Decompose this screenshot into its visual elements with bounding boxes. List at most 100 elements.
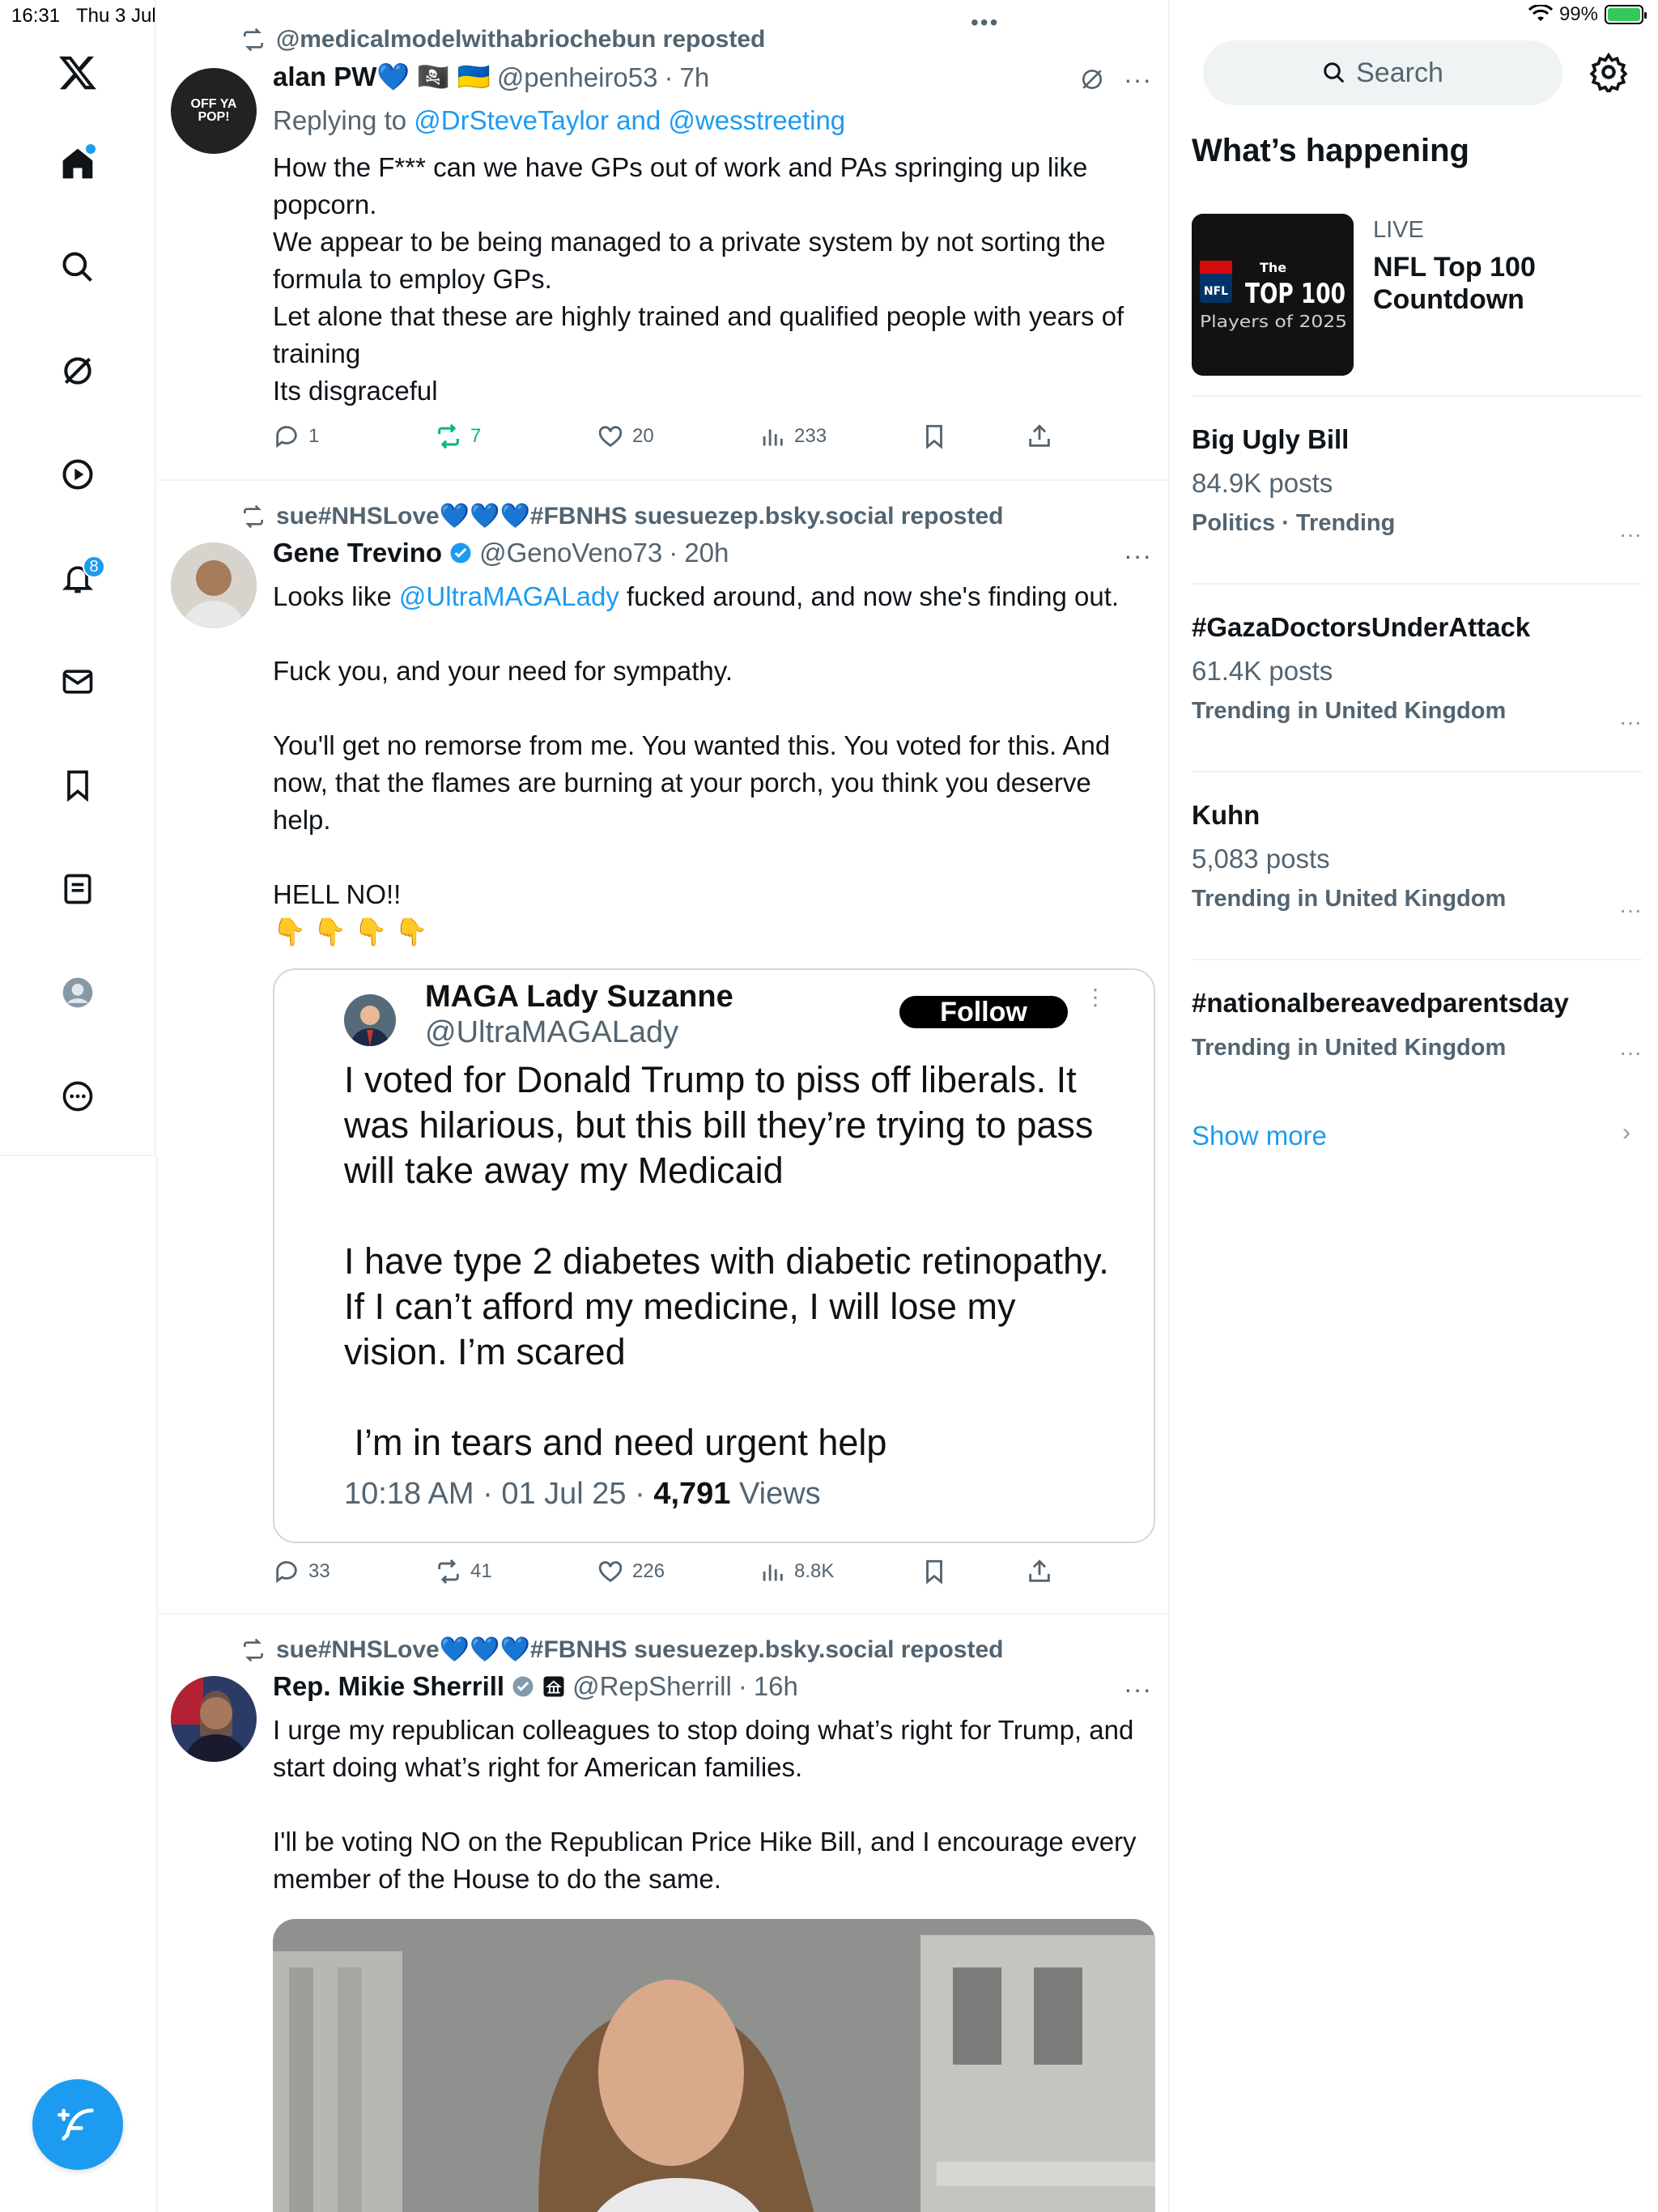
trend-item[interactable]: #nationalbereavedparentsday Trending in … <box>1192 988 1642 1077</box>
trend-more-icon[interactable]: ··· <box>1619 897 1642 923</box>
author-name[interactable]: Gene Trevino <box>273 538 442 568</box>
author-name[interactable]: Rep. Mikie Sherrill <box>273 1671 504 1702</box>
repost-by-text: sue#NHSLove💙💙💙#FBNHS suesuezep.bsky.soci… <box>276 503 1004 530</box>
reply-button[interactable]: 1 <box>273 423 435 450</box>
home-unread-dot <box>86 144 96 154</box>
quote-follow-button: Follow <box>899 996 1068 1028</box>
post-more-icon[interactable]: ··· <box>1124 541 1152 571</box>
trend-divider <box>1192 395 1642 397</box>
post-time[interactable]: 16h <box>754 1671 798 1702</box>
quote-timestamp: 10:18 AM · 01 Jul 25 · <box>344 1477 654 1511</box>
post-text: How the F*** can we have GPs out of work… <box>273 152 1124 406</box>
mention-link[interactable]: @UltraMAGALady <box>399 581 619 611</box>
like-button[interactable]: 226 <box>597 1558 759 1585</box>
like-button[interactable]: 20 <box>597 423 759 450</box>
author-name[interactable]: alan PW💙 <box>273 62 410 93</box>
views-button[interactable]: 8.8K <box>759 1558 920 1585</box>
video-icon[interactable] <box>53 450 102 499</box>
bookmarks-icon[interactable] <box>53 761 102 810</box>
reply-button[interactable]: 33 <box>273 1558 435 1585</box>
more-options-icon[interactable] <box>53 1072 102 1121</box>
search-input[interactable]: Search <box>1203 40 1562 105</box>
views-button[interactable]: 233 <box>759 423 920 450</box>
reply-context: Replying to @DrSteveTaylor and @wesstree… <box>273 102 1155 139</box>
repost-button[interactable]: 7 <box>435 423 597 450</box>
verified-badge-icon <box>450 542 471 564</box>
trend-item[interactable]: Kuhn 5,083 posts Trending in United King… <box>1192 800 1642 934</box>
bookmark-button[interactable] <box>920 423 1026 450</box>
grok-icon[interactable] <box>53 347 102 395</box>
quote-kebab-icon: ⋮ <box>1084 985 1107 1010</box>
quoted-post-card[interactable]: MAGA Lady Suzanne @UltraMAGALady Follow … <box>273 968 1155 1543</box>
share-icon <box>1029 1559 1050 1582</box>
avatar[interactable]: OFF YA POP! <box>171 68 257 154</box>
x-logo-icon[interactable] <box>53 49 102 97</box>
trend-context: Trending in United Kingdom <box>1192 886 1507 912</box>
post-more-icon[interactable]: ··· <box>1124 65 1152 95</box>
share-button[interactable] <box>1026 423 1053 450</box>
views-count: 8.8K <box>794 1560 835 1582</box>
show-more-link[interactable]: Show more <box>1192 1121 1327 1151</box>
post-text-prefix: Looks like <box>273 581 399 611</box>
bookmark-button[interactable] <box>920 1558 1026 1585</box>
reply-count: 1 <box>308 425 320 447</box>
home-icon[interactable] <box>53 139 102 188</box>
profile-avatar-icon[interactable] <box>53 968 102 1017</box>
post-time[interactable]: 20h <box>684 538 729 568</box>
post[interactable]: sue#NHSLove💙💙💙#FBNHS suesuezep.bsky.soci… <box>158 1614 1168 2212</box>
live-event-thumbnail: NFL The TOP 100 Players of 2025 <box>1192 214 1354 376</box>
live-event-card[interactable]: NFL The TOP 100 Players of 2025 LIVE NFL… <box>1192 214 1642 376</box>
repost-button[interactable]: 41 <box>435 1558 597 1585</box>
nfl-logo-text: NFL <box>1204 285 1228 298</box>
quote-avatar <box>344 994 396 1046</box>
trend-more-icon[interactable]: ··· <box>1619 709 1642 735</box>
author-handle[interactable]: @RepSherrill <box>572 1671 732 1702</box>
post-video-thumbnail[interactable] <box>273 1919 1155 2212</box>
author-name-emoji: 🏴‍☠️ 🇺🇦 <box>416 62 491 91</box>
trend-context: Politics · Trending <box>1192 510 1396 536</box>
repost-by-text: sue#NHSLove💙💙💙#FBNHS suesuezep.bsky.soci… <box>276 1636 1004 1663</box>
settings-gear-icon[interactable] <box>1588 52 1629 92</box>
notifications-bell-icon[interactable]: 8 <box>53 554 105 602</box>
search-placeholder: Search <box>1356 57 1443 88</box>
search-icon <box>1324 62 1345 83</box>
trend-divider <box>1192 771 1642 772</box>
share-button[interactable] <box>1026 1558 1053 1585</box>
nfl-top100-graphic: NFL The TOP 100 Players of 2025 <box>1192 214 1354 376</box>
compose-post-button[interactable] <box>32 2079 123 2170</box>
author-handle[interactable]: @penheiro53 <box>497 62 658 93</box>
trend-divider <box>1192 583 1642 585</box>
capitol-affiliation-icon <box>543 1676 564 1697</box>
search-icon[interactable] <box>53 243 102 291</box>
reply-icon <box>276 1561 297 1584</box>
trend-item[interactable]: Big Ugly Bill 84.9K posts Politics · Tre… <box>1192 424 1642 559</box>
repost-by-text: @medicalmodelwithabriochebun reposted <box>276 26 766 53</box>
repost-count: 41 <box>470 1560 492 1582</box>
lists-icon[interactable] <box>53 865 102 913</box>
grok-icon[interactable] <box>1079 66 1105 92</box>
post-time[interactable]: 7h <box>679 62 709 93</box>
live-label: LIVE <box>1373 217 1424 243</box>
repost-icon <box>438 423 459 449</box>
author-handle[interactable]: @GenoVeno73 <box>479 538 662 568</box>
avatar[interactable] <box>171 542 257 628</box>
like-count: 20 <box>632 425 654 447</box>
post-actions: 33 41 226 8.8K <box>273 1558 1082 1585</box>
trend-more-icon[interactable]: ··· <box>1619 521 1642 547</box>
trend-more-icon[interactable]: ··· <box>1619 1040 1642 1066</box>
quote-views-count: 4,791 <box>653 1477 731 1511</box>
reply-users-link[interactable]: @DrSteveTaylor and @wesstreeting <box>414 105 845 135</box>
trend-title: Big Ugly Bill <box>1192 424 1350 454</box>
live-thumb-line2: TOP 100 <box>1245 278 1346 310</box>
battery-level <box>1608 8 1640 21</box>
repost-icon <box>244 28 263 52</box>
avatar[interactable] <box>171 1676 257 1762</box>
repost-icon <box>244 1638 263 1661</box>
trend-item[interactable]: #GazaDoctorsUnderAttack 61.4K posts Tren… <box>1192 612 1642 747</box>
post[interactable]: sue#NHSLove💙💙💙#FBNHS suesuezep.bsky.soci… <box>158 481 1168 1613</box>
trend-title: #GazaDoctorsUnderAttack <box>1192 612 1531 642</box>
messages-envelope-icon[interactable] <box>53 657 102 706</box>
separator-dot: · <box>738 1671 747 1701</box>
post-more-icon[interactable]: ··· <box>1124 1674 1152 1704</box>
post[interactable]: @medicalmodelwithabriochebun reposted OF… <box>158 0 1168 478</box>
